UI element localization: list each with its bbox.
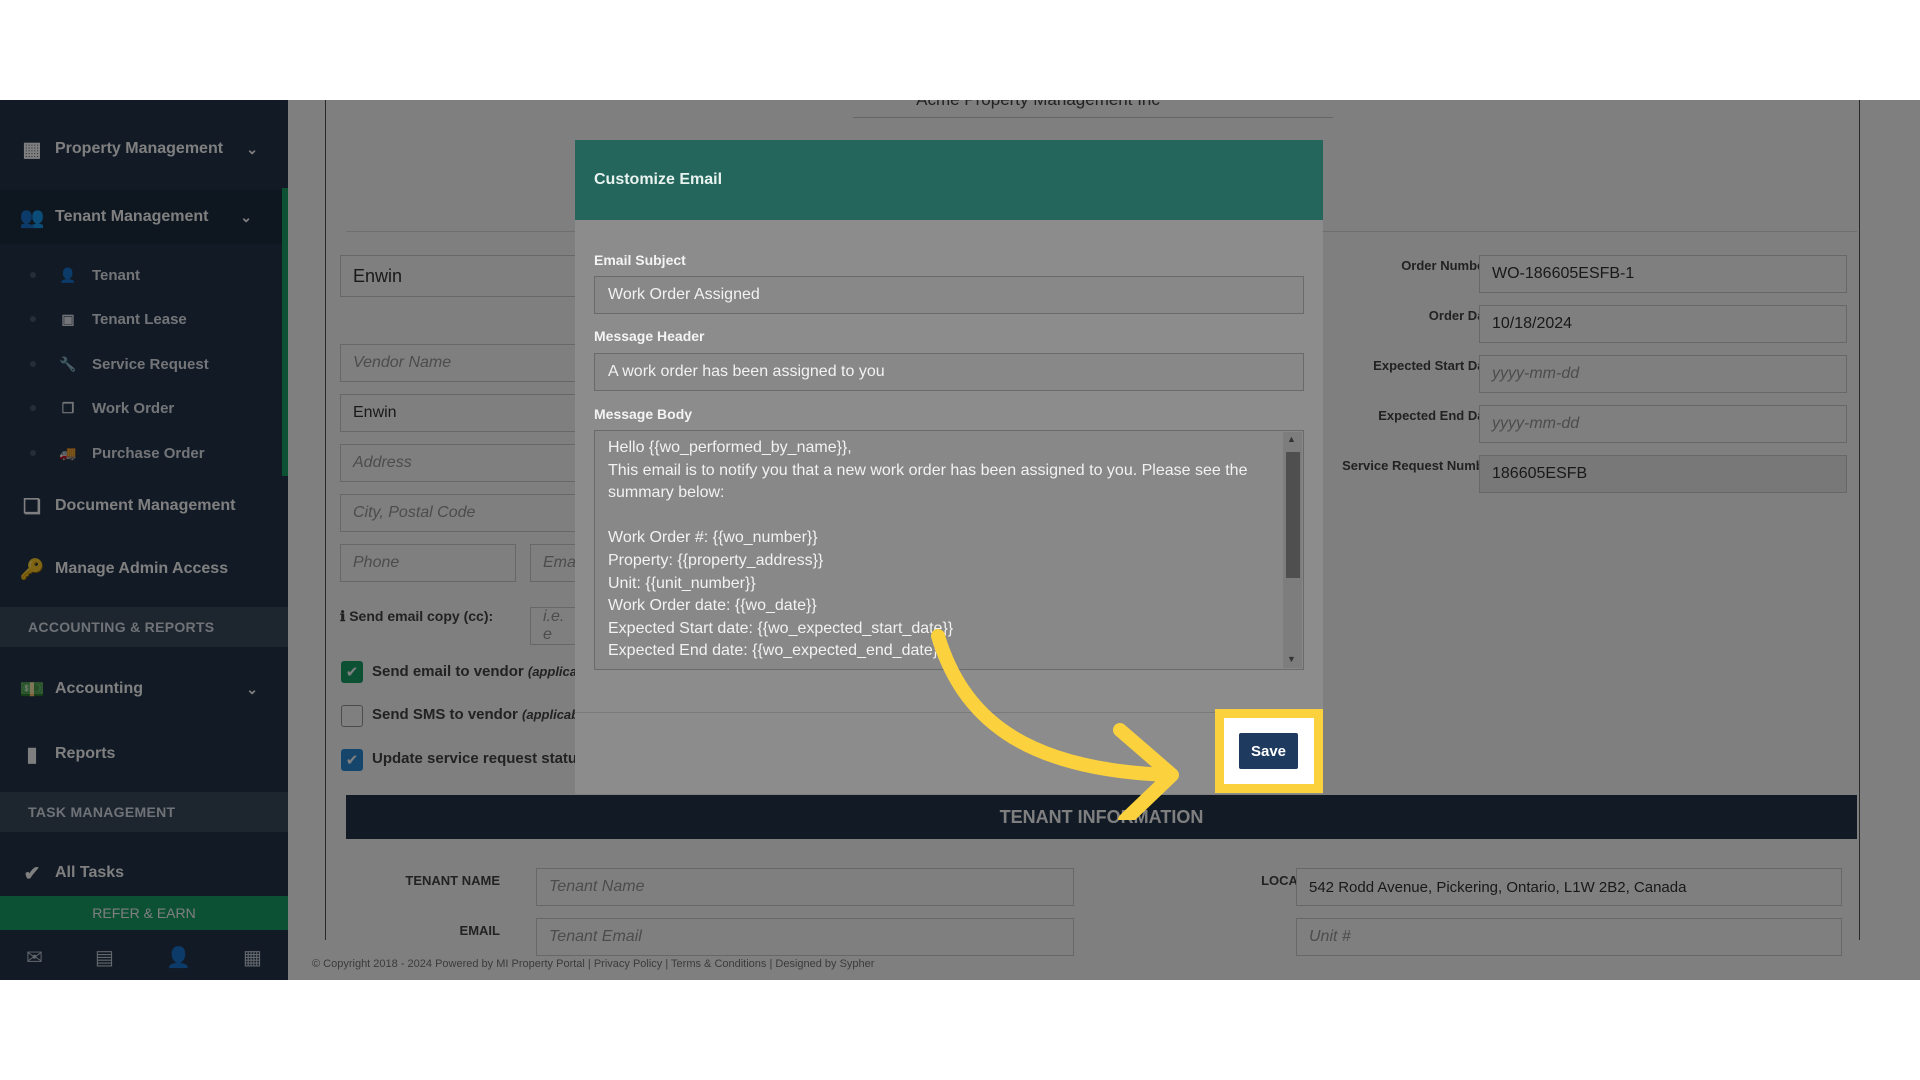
message-header-input[interactable]: A work order has been assigned to you [594,353,1304,391]
scroll-down-icon[interactable]: ▼ [1287,654,1296,664]
save-button[interactable]: Save [1239,733,1298,769]
annotation-arrow-icon [931,629,1179,820]
modal-title: Customize Email [575,140,1323,220]
scroll-thumb[interactable] [1286,452,1300,578]
message-body-scrollbar[interactable]: ▲ ▼ [1283,432,1302,668]
message-header-label: Message Header [594,328,705,344]
message-body-label: Message Body [594,406,693,422]
email-subject-input[interactable]: Work Order Assigned [594,276,1304,314]
email-subject-label: Email Subject [594,252,686,268]
app-window: ▦ Property Management ⌄ 👥 Tenant Managem… [0,100,1920,980]
scroll-up-icon[interactable]: ▲ [1287,434,1296,444]
